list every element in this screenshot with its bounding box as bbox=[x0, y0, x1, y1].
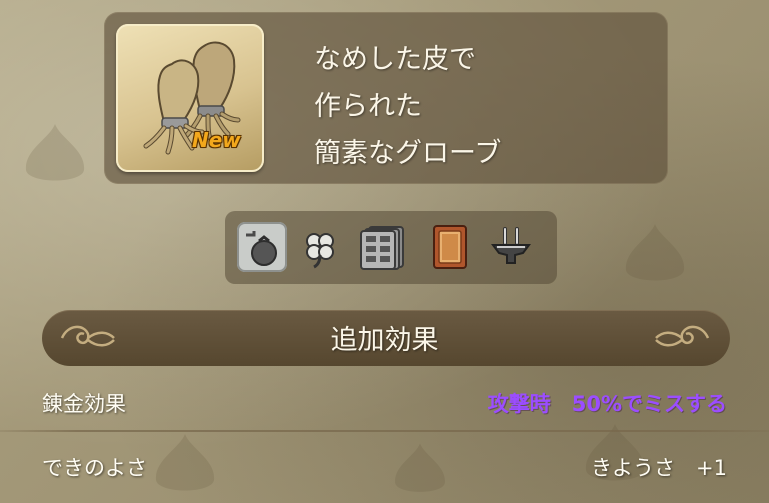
new-badge: New bbox=[192, 128, 241, 152]
alchemy-effect-label: 錬金効果 bbox=[42, 392, 126, 416]
storage-icon[interactable] bbox=[357, 222, 407, 272]
background-slime-decoration bbox=[155, 434, 215, 491]
quality-value: きようさ +1 bbox=[591, 456, 727, 480]
item-icon-frame[interactable] bbox=[116, 24, 264, 172]
background-slime-decoration bbox=[395, 443, 445, 492]
description-line: なめした皮で bbox=[314, 44, 476, 75]
book-icon[interactable] bbox=[425, 222, 475, 272]
pouch-icon[interactable] bbox=[237, 222, 287, 272]
additional-effects-title: 追加効果 bbox=[330, 325, 439, 356]
leather-glove-icon bbox=[143, 41, 241, 155]
description-line: 作られた bbox=[314, 91, 422, 122]
row-divider bbox=[0, 430, 769, 432]
anvil-icon[interactable] bbox=[486, 222, 536, 272]
background-slime-decoration bbox=[625, 224, 685, 281]
description-line: 簡素なグローブ bbox=[314, 138, 502, 169]
background-slime-decoration bbox=[25, 124, 85, 181]
clover-icon[interactable] bbox=[295, 222, 345, 272]
item-description: なめした皮で 作られた 簡素なグローブ bbox=[314, 36, 501, 177]
quality-label: できのよさ bbox=[42, 456, 147, 480]
alchemy-effect-value: 攻撃時 50%でミスする bbox=[487, 392, 727, 416]
